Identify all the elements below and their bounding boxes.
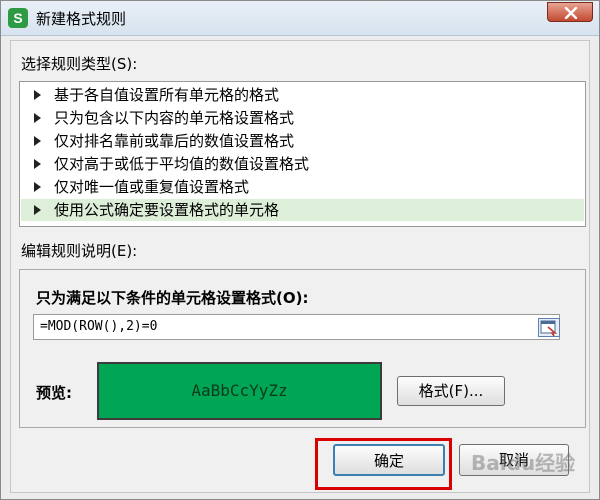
expand-arrow-icon xyxy=(34,136,41,146)
cancel-button[interactable]: 取消 xyxy=(459,444,569,476)
rule-type-label: 选择规则类型(S): xyxy=(21,55,138,73)
rule-type-text: 仅对排名靠前或靠后的数值设置格式 xyxy=(54,132,295,150)
expand-arrow-icon xyxy=(34,205,41,215)
rule-type-item[interactable]: 仅对唯一值或重复值设置格式 xyxy=(21,176,584,198)
rule-type-text: 基于各自值设置所有单元格的格式 xyxy=(54,86,280,104)
rule-type-list[interactable]: 基于各自值设置所有单元格的格式 只为包含以下内容的单元格设置格式 仅对排名靠前或… xyxy=(19,81,586,227)
expand-arrow-icon xyxy=(34,159,41,169)
expand-arrow-icon xyxy=(34,90,41,100)
edit-rule-description-label: 编辑规则说明(E): xyxy=(21,242,138,260)
format-button[interactable]: 格式(F)... xyxy=(397,376,505,406)
format-preview: AaBbCcYyZz xyxy=(97,362,382,420)
dialog-title: 新建格式规则 xyxy=(36,10,127,28)
rule-type-text: 使用公式确定要设置格式的单元格 xyxy=(54,201,280,219)
rule-type-text: 仅对高于或低于平均值的数值设置格式 xyxy=(54,155,310,173)
condition-label: 只为满足以下条件的单元格设置格式(O): xyxy=(36,289,309,307)
wps-app-icon: S xyxy=(8,8,28,28)
rule-type-item[interactable]: 只为包含以下内容的单元格设置格式 xyxy=(21,107,584,129)
rule-type-item[interactable]: 仅对高于或低于平均值的数值设置格式 xyxy=(21,153,584,175)
rule-description-group: 只为满足以下条件的单元格设置格式(O): =MOD(ROW(),2)=0 预览:… xyxy=(19,269,586,428)
expand-arrow-icon xyxy=(34,113,41,123)
close-button[interactable] xyxy=(547,2,593,22)
range-select-icon xyxy=(540,320,558,337)
rule-type-item[interactable]: 仅对排名靠前或靠后的数值设置格式 xyxy=(21,130,584,152)
ok-button-highlight xyxy=(315,438,452,490)
expand-arrow-icon xyxy=(34,182,41,192)
close-icon xyxy=(564,7,578,19)
rule-type-item[interactable]: 基于各自值设置所有单元格的格式 xyxy=(21,84,584,106)
preview-sample-text: AaBbCcYyZz xyxy=(191,381,288,400)
formula-input[interactable]: =MOD(ROW(),2)=0 xyxy=(33,314,560,340)
rule-type-item-selected[interactable]: 使用公式确定要设置格式的单元格 xyxy=(21,199,584,221)
range-select-button[interactable] xyxy=(538,318,560,337)
new-format-rule-dialog: S 新建格式规则 选择规则类型(S): 基于各自值设置所有单元格的格式 只为包含… xyxy=(0,0,600,500)
rule-type-text: 只为包含以下内容的单元格设置格式 xyxy=(54,109,295,127)
title-bar[interactable]: S 新建格式规则 xyxy=(1,1,599,36)
preview-label: 预览: xyxy=(36,384,72,402)
rule-type-text: 仅对唯一值或重复值设置格式 xyxy=(54,178,250,196)
